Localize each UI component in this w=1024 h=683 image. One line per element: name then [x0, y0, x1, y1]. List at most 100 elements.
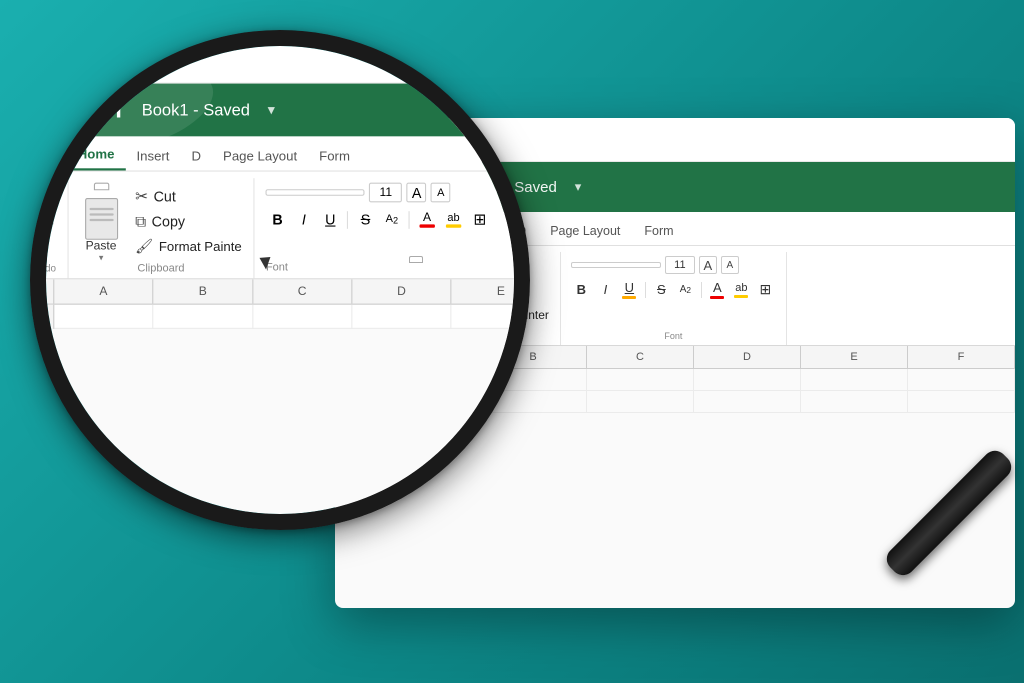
ribbon-tabs: File Home Insert D Page Layout Form	[335, 212, 1015, 246]
increase-font-button[interactable]: A	[699, 256, 717, 274]
copy-label: Copy	[470, 285, 498, 299]
clipboard-line	[405, 284, 427, 286]
highlight-color-button[interactable]: ab	[731, 279, 752, 300]
table-row: 2	[335, 391, 1015, 413]
cell-b1[interactable]	[480, 369, 587, 391]
col-header-e: E	[801, 346, 908, 368]
borders-button[interactable]: ⊞	[755, 279, 776, 300]
cut-label: Cut	[470, 262, 489, 276]
cell-c2[interactable]	[587, 391, 694, 413]
underline-button[interactable]: U	[619, 279, 640, 300]
cell-d2[interactable]	[694, 391, 801, 413]
clipboard-clip	[409, 256, 423, 263]
divider	[645, 282, 646, 298]
sheet-grid: A B C D E F 1 2	[335, 346, 1015, 413]
font-color-bar	[710, 296, 724, 299]
tab-file[interactable]: File	[347, 219, 391, 245]
nav-forward-icon[interactable]: ›	[480, 132, 485, 148]
close-button[interactable]	[349, 133, 362, 146]
clipboard-board	[401, 270, 431, 308]
tab-d[interactable]: D	[505, 219, 538, 245]
font-name-selector[interactable]	[571, 262, 661, 268]
subscript-button[interactable]: A2	[675, 279, 696, 300]
font-bottom-row: B I U S A2 A	[571, 279, 776, 300]
copy-icon: ⧉	[447, 283, 465, 300]
cell-a2[interactable]	[373, 391, 480, 413]
ribbon-content: ↩ ↩ Undo	[335, 246, 1015, 346]
paste-dropdown-icon[interactable]: ▾	[414, 320, 418, 329]
apps-grid-icon[interactable]	[351, 179, 368, 196]
strikethrough-button[interactable]: S	[651, 279, 672, 300]
clipboard-line	[405, 289, 427, 291]
font-size-selector[interactable]: 11	[665, 256, 695, 274]
clipboard-tools: Paste ▾ ✂ Cut ⧉ Copy 🖌 Format Pain	[394, 256, 552, 331]
copy-button[interactable]: ⧉ Copy	[444, 281, 552, 302]
col-header-d: D	[694, 346, 801, 368]
clip-tools-column: ✂ Cut ⧉ Copy 🖌 Format Painter	[444, 256, 552, 325]
cell-f2[interactable]	[908, 391, 1015, 413]
font-group: 11 A A B I U S A2 A	[561, 252, 787, 345]
format-painter-icon: 🖌	[447, 306, 465, 323]
app-header: Excel Book1 - Saved ▾	[335, 162, 1015, 212]
cell-b2[interactable]	[480, 391, 587, 413]
split-dropdown-icon[interactable]: ▾	[454, 133, 460, 146]
decrease-font-button[interactable]: A	[721, 256, 739, 274]
paste-label: Paste	[401, 308, 429, 320]
tab-form[interactable]: Form	[632, 219, 685, 245]
font-top-row: 11 A A	[571, 256, 776, 274]
window-controls	[349, 133, 402, 146]
row-number: 2	[335, 391, 373, 413]
column-headers: A B C D E F	[335, 346, 1015, 369]
undo-group: ↩ ↩ Undo	[343, 252, 386, 345]
clipboard-lines	[405, 279, 427, 291]
col-header-b: B	[480, 346, 587, 368]
format-painter-label: Format Painter	[470, 308, 549, 322]
table-row: 1	[335, 369, 1015, 391]
title-dropdown-icon[interactable]: ▾	[575, 179, 582, 195]
col-header-c: C	[587, 346, 694, 368]
font-color-button[interactable]: A	[707, 279, 728, 300]
font-color-with-bar: A	[710, 280, 724, 299]
title-bar: ▾ ‹ ›	[335, 118, 1015, 162]
cell-e1[interactable]	[801, 369, 908, 391]
tab-insert[interactable]: Insert	[450, 219, 505, 245]
highlight-with-bar: ab	[734, 282, 748, 298]
cell-a1[interactable]	[373, 369, 480, 391]
excel-window: ▾ ‹ › Excel Book1 - Saved ▾ File Home In…	[335, 118, 1015, 608]
format-painter-button[interactable]: 🖌 Format Painter	[444, 304, 552, 325]
col-header-f: F	[908, 346, 1015, 368]
nav-arrows: ‹ ›	[470, 132, 485, 148]
italic-button[interactable]: I	[595, 279, 616, 300]
paste-icon[interactable]	[394, 256, 438, 308]
tab-home[interactable]: Home	[391, 217, 450, 245]
data-rows: 1 2	[335, 369, 1015, 413]
split-view-icon[interactable]	[420, 131, 444, 149]
minimize-button[interactable]	[369, 133, 382, 146]
clipboard-group-label: Clipboard	[394, 331, 552, 345]
font-group-label: Font	[571, 331, 776, 345]
cell-f1[interactable]	[908, 369, 1015, 391]
maximize-button[interactable]	[389, 133, 402, 146]
cut-button[interactable]: ✂ Cut	[444, 258, 552, 279]
underline-with-color: U	[622, 280, 636, 299]
nav-back-icon[interactable]: ‹	[470, 132, 475, 148]
underline-color-bar	[622, 296, 636, 299]
document-title: Book1 - Saved	[458, 179, 556, 196]
bold-button[interactable]: B	[571, 279, 592, 300]
highlight-color-bar	[734, 295, 748, 298]
redo-button[interactable]: ↩	[354, 278, 374, 302]
undo-group-label: Undo	[353, 331, 375, 345]
toolbar-icons: ▾	[420, 131, 460, 149]
scissors-icon: ✂	[447, 260, 465, 277]
cell-e2[interactable]	[801, 391, 908, 413]
cell-d1[interactable]	[694, 369, 801, 391]
divider	[701, 282, 702, 298]
row-number: 1	[335, 369, 373, 391]
cell-c1[interactable]	[587, 369, 694, 391]
app-name: Excel	[382, 175, 438, 199]
tab-page-layout[interactable]: Page Layout	[538, 219, 632, 245]
clipboard-line	[405, 279, 427, 281]
undo-button[interactable]: ↩	[354, 252, 374, 276]
col-header-a: A	[373, 346, 480, 368]
clipboard-group: Paste ▾ ✂ Cut ⧉ Copy 🖌 Format Pain	[386, 252, 561, 345]
